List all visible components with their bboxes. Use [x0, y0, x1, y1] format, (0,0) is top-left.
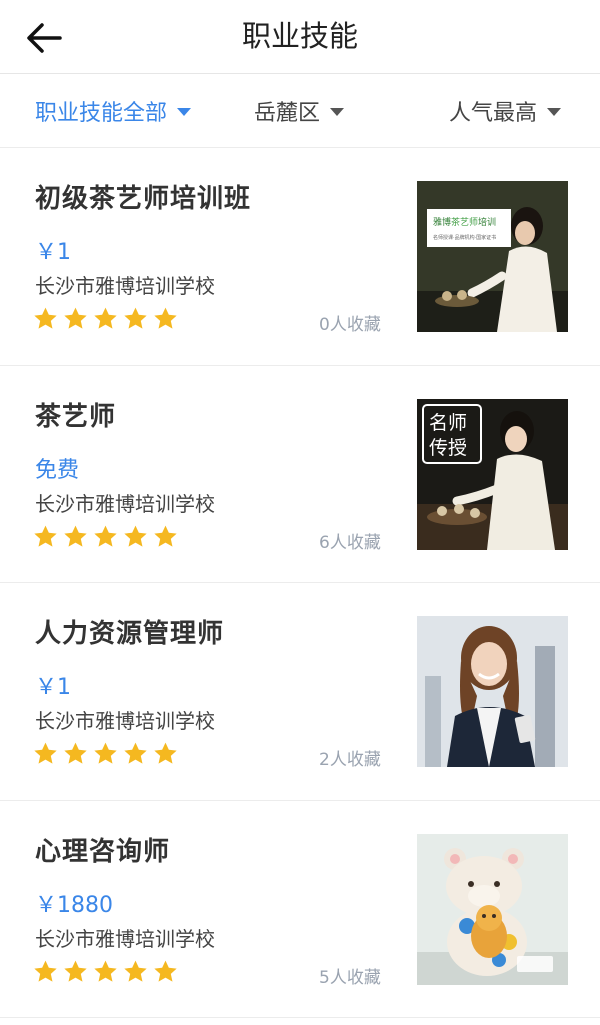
star-icon — [34, 960, 57, 982]
course-price: ￥1 — [35, 675, 71, 700]
course-item[interactable]: 茶艺师 免费 长沙市雅博培训学校 6人收藏 名师 传授 — [0, 365, 600, 583]
course-thumbnail — [417, 616, 568, 767]
favorite-count: 5人收藏 — [319, 967, 381, 988]
thumb-text-line1: 名师 — [429, 412, 467, 434]
thumb-brand-c: 培训 — [478, 216, 496, 228]
course-item[interactable]: 心理咨询师 ￥1880 长沙市雅博培训学校 5人收藏 — [0, 800, 600, 1018]
course-title: 心理咨询师 — [35, 836, 171, 867]
star-icon — [34, 742, 57, 764]
course-school: 长沙市雅博培训学校 — [35, 491, 215, 516]
thumb-sub: 名师授课·品牌机构·国家证书 — [433, 234, 496, 241]
filter-sort-label: 人气最高 — [449, 101, 538, 126]
star-icon — [124, 307, 147, 329]
star-icon — [94, 307, 117, 329]
caret-down-icon — [177, 108, 192, 116]
app-header: 职业技能 — [0, 0, 600, 74]
star-icon — [154, 307, 177, 329]
filter-category[interactable]: 职业技能全部 — [35, 95, 192, 127]
star-icon — [94, 742, 117, 764]
caret-down-icon — [330, 108, 345, 116]
course-title: 初级茶艺师培训班 — [35, 184, 252, 214]
course-item[interactable]: 初级茶艺师培训班 ￥1 长沙市雅博培训学校 0人收藏 雅博 茶艺师 培训 名师授… — [0, 148, 600, 366]
rating-stars — [33, 959, 178, 984]
course-school: 长沙市雅博培训学校 — [35, 274, 215, 298]
star-icon — [154, 525, 177, 547]
filter-district[interactable]: 岳麓区 — [254, 95, 345, 127]
course-school: 长沙市雅博培训学校 — [35, 926, 215, 951]
favorite-count: 6人收藏 — [319, 532, 381, 553]
rating-stars — [33, 524, 178, 549]
rating-stars — [33, 306, 178, 331]
rating-stars — [33, 741, 178, 766]
course-item[interactable]: 人力资源管理师 ￥1 长沙市雅博培训学校 2人收藏 — [0, 583, 600, 801]
filter-category-label: 职业技能全部 — [35, 101, 168, 126]
course-price: 免费 — [35, 457, 80, 483]
course-list: 初级茶艺师培训班 ￥1 长沙市雅博培训学校 0人收藏 雅博 茶艺师 培训 名师授… — [0, 148, 600, 1018]
star-icon — [124, 742, 147, 764]
thumb-brand-b: 茶艺师 — [451, 216, 478, 228]
star-icon — [154, 960, 177, 982]
course-school: 长沙市雅博培训学校 — [35, 709, 215, 733]
thumb-text-line2: 传授 — [429, 437, 467, 459]
filter-sort[interactable]: 人气最高 — [449, 95, 562, 127]
star-icon — [154, 742, 177, 764]
star-icon — [34, 307, 57, 329]
course-price: ￥1 — [35, 240, 71, 265]
course-thumbnail — [417, 833, 568, 985]
course-thumbnail: 雅博 茶艺师 培训 名师授课·品牌机构·国家证书 — [417, 181, 568, 332]
thumb-brand-a: 雅博 — [433, 216, 451, 228]
favorite-count: 2人收藏 — [319, 750, 381, 770]
caret-down-icon — [547, 108, 562, 116]
course-title: 茶艺师 — [35, 401, 117, 432]
course-price: ￥1880 — [35, 892, 113, 918]
star-icon — [64, 525, 87, 547]
star-icon — [64, 742, 87, 764]
filter-bar: 职业技能全部 岳麓区 人气最高 — [0, 74, 600, 148]
filter-district-label: 岳麓区 — [254, 101, 321, 126]
course-thumbnail: 名师 传授 — [417, 398, 568, 550]
favorite-count: 0人收藏 — [319, 315, 381, 335]
star-icon — [124, 960, 147, 982]
star-icon — [94, 960, 117, 982]
star-icon — [64, 960, 87, 982]
star-icon — [34, 525, 57, 547]
star-icon — [94, 525, 117, 547]
star-icon — [124, 525, 147, 547]
star-icon — [64, 307, 87, 329]
course-title: 人力资源管理师 — [35, 619, 225, 649]
page-title: 职业技能 — [241, 19, 358, 53]
